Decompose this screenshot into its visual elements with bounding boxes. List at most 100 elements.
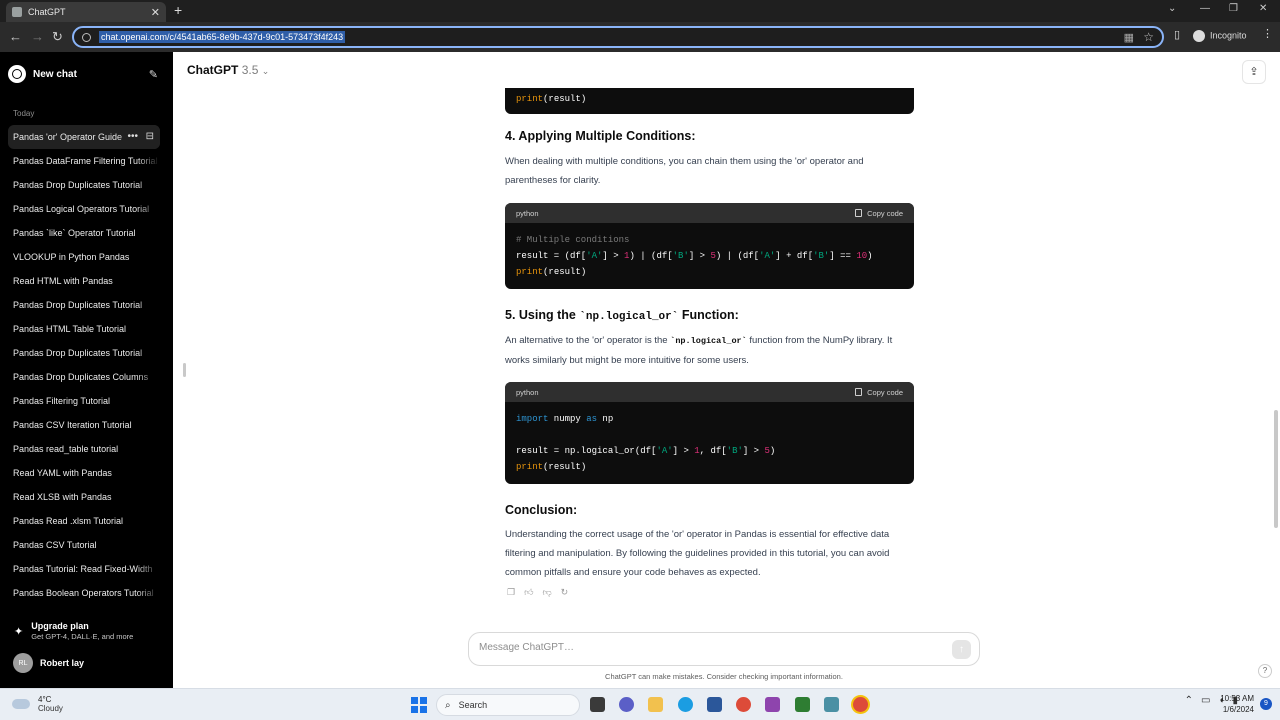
copy-code-label: Copy code bbox=[867, 387, 903, 397]
history-item[interactable]: Pandas Drop Duplicates Tutorial bbox=[8, 341, 160, 365]
code-block-multiple-conditions: python Copy code # Multiple conditions r… bbox=[505, 203, 914, 289]
history-item[interactable]: Pandas Drop Duplicates Tutorial bbox=[8, 293, 160, 317]
reload-icon[interactable]: ↻ bbox=[52, 29, 63, 45]
qr-code-icon[interactable]: ▦ bbox=[1124, 31, 1134, 44]
history-item-label: Pandas Logical Operators Tutorial bbox=[13, 204, 150, 214]
chrome-icon[interactable] bbox=[736, 697, 751, 712]
site-info-icon[interactable] bbox=[82, 32, 91, 42]
bookmark-star-icon[interactable]: ☆ bbox=[1143, 30, 1154, 44]
chat-app-icon[interactable] bbox=[619, 697, 634, 712]
code-language: python bbox=[516, 208, 539, 218]
chrome-active-icon[interactable] bbox=[853, 697, 868, 712]
message-composer: ↑ bbox=[468, 632, 980, 666]
help-icon[interactable]: ? bbox=[1258, 664, 1272, 678]
new-tab-icon[interactable]: + bbox=[174, 2, 182, 18]
thumbs-up-icon[interactable]: 👍︎ bbox=[524, 587, 533, 598]
code-block-logical-or: python Copy code import numpy as np resu… bbox=[505, 382, 914, 484]
browser-tab-strip: ChatGPT ✕ + ⌄ — ❐ ✕ bbox=[0, 0, 1280, 22]
taskbar-search[interactable]: ⌕ Search bbox=[436, 694, 580, 716]
history-item[interactable]: Pandas Read .xlsm Tutorial bbox=[8, 509, 160, 533]
back-icon[interactable]: ← bbox=[9, 29, 22, 44]
new-chat-edit-icon[interactable]: ✎ bbox=[149, 68, 158, 81]
taskbar-clock[interactable]: 10:53 AM 1/6/2024 bbox=[1220, 693, 1254, 715]
task-view-icon[interactable] bbox=[590, 697, 605, 712]
browser-tab[interactable]: ChatGPT ✕ bbox=[6, 2, 166, 22]
url-text[interactable]: chat.openai.com/c/4541ab65-8e9b-437d-9c0… bbox=[99, 31, 346, 43]
history-item[interactable]: Pandas read_table tutorial bbox=[8, 437, 160, 461]
history-item-label: Read HTML with Pandas bbox=[13, 276, 113, 286]
image-viewer-icon[interactable] bbox=[824, 697, 839, 712]
history-item[interactable]: Pandas CSV Iteration Tutorial bbox=[8, 413, 160, 437]
restore-icon[interactable]: ❐ bbox=[1229, 3, 1238, 14]
sparkle-icon: ✦ bbox=[14, 626, 24, 638]
side-panel-icon[interactable]: ▯ bbox=[1174, 28, 1180, 41]
minimize-icon[interactable]: — bbox=[1200, 3, 1210, 14]
history-item[interactable]: Pandas Boolean Operators Tutorial bbox=[8, 581, 160, 605]
notification-badge[interactable]: 9 bbox=[1260, 698, 1272, 710]
model-selector[interactable]: ChatGPT 3.5 ⌄ bbox=[187, 63, 269, 77]
windows-taskbar: 4°C Cloudy ⌕ Search ⌃ ▭ ◖ ▮ 10:53 AM 1/6… bbox=[0, 688, 1280, 720]
history-item[interactable]: Pandas Tutorial: Read Fixed-Width bbox=[8, 557, 160, 581]
history-item[interactable]: Pandas 'or' Operator Guide ••• ⊟ bbox=[8, 125, 160, 149]
history-item-label: Pandas Tutorial: Read Fixed-Width bbox=[13, 564, 153, 574]
close-tab-icon[interactable]: ✕ bbox=[151, 6, 160, 19]
history-item[interactable]: Pandas HTML Table Tutorial bbox=[8, 317, 160, 341]
copy-code-button[interactable]: Copy code bbox=[855, 388, 903, 397]
history-item-label: Pandas Drop Duplicates Columns bbox=[13, 372, 149, 382]
code-header: python Copy code bbox=[505, 203, 914, 223]
file-explorer-icon[interactable] bbox=[648, 697, 663, 712]
new-chat-button[interactable]: New chat ✎ bbox=[8, 62, 158, 86]
history-item[interactable]: Read XLSB with Pandas bbox=[8, 485, 160, 509]
history-item[interactable]: VLOOKUP in Python Pandas bbox=[8, 245, 160, 269]
browser-menu-icon[interactable]: ⋮ bbox=[1262, 27, 1273, 40]
forward-icon[interactable]: → bbox=[31, 29, 44, 44]
history-item[interactable]: Pandas Drop Duplicates Tutorial bbox=[8, 173, 160, 197]
history-item-label: Pandas Drop Duplicates Tutorial bbox=[13, 348, 143, 358]
weather-widget[interactable]: 4°C Cloudy bbox=[12, 695, 63, 713]
clipboard-icon bbox=[855, 388, 863, 396]
network-icon[interactable]: ▭ bbox=[1201, 695, 1210, 706]
close-window-icon[interactable]: ✕ bbox=[1259, 3, 1267, 14]
incognito-indicator[interactable]: Incognito bbox=[1193, 30, 1247, 42]
thumbs-down-icon[interactable]: 👎︎ bbox=[542, 587, 551, 598]
archive-icon[interactable]: ⊟ bbox=[146, 125, 154, 149]
history-item[interactable]: Pandas DataFrame Filtering Tutorial bbox=[8, 149, 160, 173]
app-icon[interactable] bbox=[765, 697, 780, 712]
sidebar-toggle-handle[interactable] bbox=[183, 363, 186, 377]
history-item-label: Pandas `like` Operator Tutorial bbox=[13, 228, 136, 238]
edge-icon[interactable] bbox=[678, 697, 693, 712]
history-item[interactable]: Pandas CSV Tutorial bbox=[8, 533, 160, 557]
history-item[interactable]: Pandas Logical Operators Tutorial bbox=[8, 197, 160, 221]
more-options-icon[interactable]: ••• bbox=[127, 125, 138, 149]
start-button-icon[interactable] bbox=[411, 697, 427, 713]
upgrade-plan-button[interactable]: ✦ Upgrade plan Get GPT-4, DALL·E, and mo… bbox=[14, 621, 133, 641]
send-button[interactable]: ↑ bbox=[952, 640, 971, 659]
chevron-down-icon: ⌄ bbox=[261, 66, 270, 76]
history-item-label: Pandas HTML Table Tutorial bbox=[13, 324, 127, 334]
history-item-label: Pandas Drop Duplicates Tutorial bbox=[13, 300, 143, 310]
store-icon[interactable] bbox=[707, 697, 722, 712]
tab-search-icon[interactable]: ⌄ bbox=[1168, 3, 1176, 14]
avatar: RL bbox=[13, 653, 33, 673]
message-input[interactable] bbox=[479, 642, 919, 653]
section-5-paragraph: An alternative to the 'or' operator is t… bbox=[505, 335, 893, 366]
history-item[interactable]: Read YAML with Pandas bbox=[8, 461, 160, 485]
history-item[interactable]: Read HTML with Pandas bbox=[8, 269, 160, 293]
history-item[interactable]: Pandas Filtering Tutorial bbox=[8, 389, 160, 413]
history-item-label: Pandas CSV Iteration Tutorial bbox=[13, 420, 132, 430]
history-item[interactable]: Pandas `like` Operator Tutorial bbox=[8, 221, 160, 245]
model-version: 3.5 bbox=[241, 63, 259, 77]
regenerate-icon[interactable]: ↻ bbox=[561, 587, 569, 598]
user-menu[interactable]: RL Robert lay bbox=[13, 653, 84, 673]
message-actions: ❐ 👍︎ 👎︎ ↻ bbox=[507, 587, 577, 598]
spreadsheet-icon[interactable] bbox=[795, 697, 810, 712]
scrollbar[interactable] bbox=[1274, 410, 1278, 528]
copy-icon[interactable]: ❐ bbox=[507, 587, 515, 598]
address-bar[interactable]: chat.openai.com/c/4541ab65-8e9b-437d-9c0… bbox=[72, 26, 1164, 48]
incognito-icon bbox=[1193, 30, 1205, 42]
upgrade-subtitle: Get GPT-4, DALL·E, and more bbox=[31, 632, 134, 641]
share-icon[interactable]: ⇪ bbox=[1242, 60, 1266, 84]
copy-code-button[interactable]: Copy code bbox=[855, 209, 903, 218]
chevron-up-icon[interactable]: ⌃ bbox=[1185, 695, 1193, 706]
history-item[interactable]: Pandas Drop Duplicates Columns bbox=[8, 365, 160, 389]
